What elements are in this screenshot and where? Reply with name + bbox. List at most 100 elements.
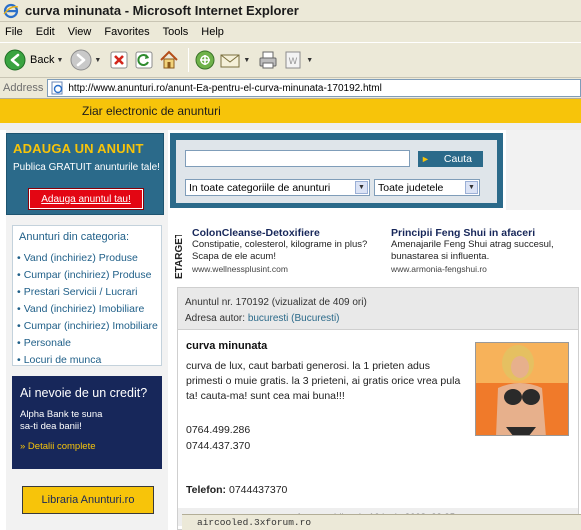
- print-icon: [259, 51, 277, 69]
- category-label: Vand (inchiriez) Produse: [23, 251, 138, 264]
- category-item[interactable]: • Locuri de munca: [13, 351, 161, 368]
- author-prefix: Adresa autor:: [185, 313, 248, 324]
- listing-meta: Anuntul nr. 170192 (vizualizat de 409 or…: [178, 288, 578, 330]
- site-header: Ziar electronic de anunturi: [0, 99, 581, 123]
- category-label: Personale: [23, 336, 71, 349]
- author-region-link[interactable]: (Bucuresti): [291, 313, 339, 324]
- categories-box: Anunturi din categoria: • Vand (inchiriez…: [12, 225, 162, 366]
- bullet-icon: •: [17, 285, 21, 298]
- forward-dropdown-icon[interactable]: ▼: [94, 57, 101, 64]
- toolbar: Back ▼ ▼ ▼ W ▼: [0, 42, 581, 78]
- categories-heading: Anunturi din categoria:: [19, 231, 130, 243]
- bullet-icon: •: [17, 268, 21, 281]
- add-listing-subtext: Publica GRATUIT anunturile tale!: [13, 162, 160, 173]
- category-item[interactable]: • Prestari Servicii / Lucrari: [13, 283, 161, 300]
- menu-help[interactable]: Help: [201, 26, 224, 38]
- category-item[interactable]: • Vand (inchiriez) Produse: [13, 249, 161, 266]
- category-item[interactable]: • Cumpar (inchiriez) Imobiliare: [13, 317, 161, 334]
- search-button[interactable]: ► Cauta: [418, 151, 483, 167]
- chevron-down-icon[interactable]: ▼: [465, 181, 478, 194]
- address-label: Address: [3, 82, 44, 94]
- library-button[interactable]: Libraria Anunturi.ro: [22, 486, 154, 514]
- home-button[interactable]: [158, 46, 180, 74]
- add-listing-box: ADAUGA UN ANUNT Publica GRATUIT anunturi…: [6, 133, 164, 215]
- listing-author: Adresa autor: bucuresti (Bucuresti): [185, 311, 578, 327]
- back-icon: [4, 49, 26, 71]
- forward-icon: [70, 49, 92, 71]
- refresh-button[interactable]: [133, 46, 155, 74]
- media-button[interactable]: [194, 46, 216, 74]
- bullet-icon: •: [17, 336, 21, 349]
- listing-telephone: Telefon: 0744437370: [186, 484, 287, 496]
- right-gutter: [506, 130, 581, 210]
- home-icon: [160, 50, 179, 69]
- address-url: http://www.anunturi.ro/anunt-Ea-pentru-e…: [68, 82, 382, 94]
- category-select[interactable]: In toate categoriile de anunturi ▼: [185, 179, 370, 196]
- credit-line1: Alpha Bank te suna: [20, 409, 103, 420]
- category-item[interactable]: • Vand (inchiriez) Imobiliare: [13, 300, 161, 317]
- ad-item[interactable]: ColonCleanse-Detoxifiere Constipatie, co…: [192, 227, 377, 275]
- stop-button[interactable]: [108, 46, 130, 74]
- ad-url[interactable]: www.wellnessplusint.com: [192, 263, 377, 275]
- category-item[interactable]: • Personale: [13, 334, 161, 351]
- menu-view[interactable]: View: [68, 26, 92, 38]
- header-stripe: [0, 123, 581, 130]
- window-title: curva minunata - Microsoft Internet Expl…: [25, 3, 299, 18]
- listing-phones: 0764.499.286 0744.437.370: [186, 422, 250, 454]
- word-dropdown-icon[interactable]: ▼: [306, 57, 313, 64]
- category-label: Prestari Servicii / Lucrari: [23, 285, 138, 298]
- county-select-value: Toate judetele: [378, 181, 444, 194]
- listing-body: curva de lux, caut barbati generosi. la …: [186, 360, 461, 402]
- site-logo[interactable]: [0, 99, 70, 123]
- county-select[interactable]: Toate judetele ▼: [374, 179, 480, 196]
- arrow-right-icon: ►: [421, 154, 430, 164]
- mail-button[interactable]: ▼: [219, 46, 254, 74]
- title-bar: curva minunata - Microsoft Internet Expl…: [0, 0, 581, 22]
- credit-heading: Ai nevoie de un credit?: [20, 386, 148, 400]
- listing-number: Anuntul nr. 170192 (vizualizat de 409 or…: [185, 297, 367, 308]
- menu-edit[interactable]: Edit: [36, 26, 55, 38]
- ad-description: Constipatie, colesterol, kilograme in pl…: [192, 239, 368, 262]
- address-input[interactable]: http://www.anunturi.ro/anunt-Ea-pentru-e…: [47, 79, 581, 97]
- mail-dropdown-icon[interactable]: ▼: [243, 57, 250, 64]
- page-icon: [51, 81, 63, 95]
- menu-favorites[interactable]: Favorites: [104, 26, 149, 38]
- menu-bar: File Edit View Favorites Tools Help: [0, 22, 581, 42]
- forward-button[interactable]: ▼: [70, 46, 105, 74]
- telephone-label: Telefon:: [186, 484, 227, 496]
- credit-details-link[interactable]: » Detalii complete: [20, 441, 162, 452]
- toolbar-separator: [188, 48, 190, 72]
- ad-url[interactable]: www.armonia-fengshui.ro: [391, 263, 581, 275]
- ad-item[interactable]: Principii Feng Shui in afaceri Amenajari…: [391, 227, 581, 275]
- back-dropdown-icon[interactable]: ▼: [56, 57, 63, 64]
- bullet-icon: •: [17, 302, 21, 315]
- ie-logo-icon: [3, 3, 19, 18]
- site-tagline: Ziar electronic de anunturi: [82, 104, 221, 118]
- search-button-label: Cauta: [443, 153, 472, 165]
- ad-title[interactable]: ColonCleanse-Detoxifiere: [192, 227, 377, 239]
- etarget-logo: ETARGET: [174, 235, 185, 279]
- listing-photo[interactable]: [475, 342, 569, 436]
- phone-number: 0744.437.370: [186, 440, 251, 452]
- print-button[interactable]: [257, 46, 279, 74]
- menu-file[interactable]: File: [5, 26, 23, 38]
- telephone-value: 0744437370: [228, 484, 288, 496]
- category-item[interactable]: • Cumpar (inchiriez) Produse: [13, 266, 161, 283]
- status-bar: aircooled.3xforum.ro: [182, 514, 581, 530]
- add-listing-button[interactable]: Adauga anuntul tau!: [28, 188, 144, 210]
- media-icon: [195, 50, 215, 70]
- categories-list: • Vand (inchiriez) Produse • Cumpar (inchi…: [13, 249, 161, 368]
- listing-title: curva minunata: [186, 340, 268, 352]
- author-city-link[interactable]: bucuresti: [248, 313, 289, 324]
- listing-card: Anuntul nr. 170192 (vizualizat de 409 or…: [177, 287, 579, 530]
- ad-title[interactable]: Principii Feng Shui in afaceri: [391, 227, 581, 239]
- credit-ad-box[interactable]: Ai nevoie de un credit? Alpha Bank te su…: [12, 376, 162, 469]
- menu-tools[interactable]: Tools: [163, 26, 189, 38]
- category-label: Cumpar (inchiriez) Produse: [23, 268, 152, 281]
- word-button[interactable]: W ▼: [282, 46, 317, 74]
- word-icon: W: [285, 51, 301, 69]
- search-input[interactable]: [185, 150, 410, 167]
- back-button[interactable]: Back ▼: [4, 46, 67, 74]
- chevron-down-icon[interactable]: ▼: [355, 181, 368, 194]
- category-label: Cumpar (inchiriez) Imobiliare: [23, 319, 158, 332]
